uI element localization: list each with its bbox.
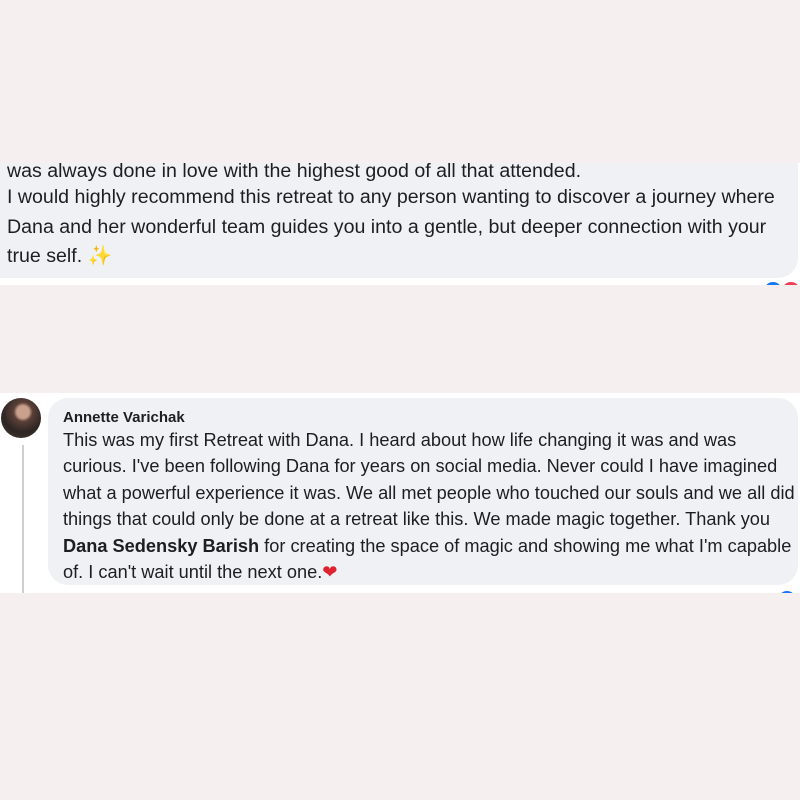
- mention-link[interactable]: Dana Sedensky Barish: [63, 536, 259, 556]
- comment-text: I would highly recommend this retreat to…: [7, 183, 797, 272]
- comment-text: This was my first Retreat with Dana. I h…: [63, 427, 798, 585]
- comment-panel-1: was always done in love with the highest…: [0, 163, 800, 285]
- comment-text-cut-line: was always done in love with the highest…: [7, 163, 582, 182]
- sparkles-emoji: ✨: [87, 245, 113, 267]
- like-icon[interactable]: [776, 589, 798, 593]
- comment-body: I would highly recommend this retreat to…: [7, 186, 775, 267]
- love-icon[interactable]: [780, 280, 800, 285]
- comment-author[interactable]: Annette Varichak: [63, 408, 185, 428]
- avatar[interactable]: [1, 398, 41, 438]
- thread-line: [22, 445, 24, 593]
- comment-body-part1: This was my first Retreat with Dana. I h…: [63, 430, 795, 530]
- comment-panel-2: Annette Varichak This was my first Retre…: [0, 393, 800, 593]
- heart-emoji: ❤: [322, 562, 338, 583]
